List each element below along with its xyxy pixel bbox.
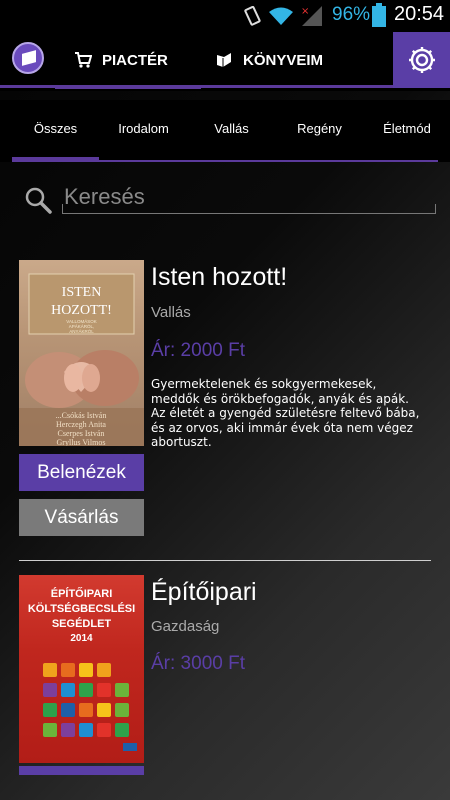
book-description: Gyermektelenek és sokgyermekesek, meddők…	[151, 377, 420, 449]
gear-icon	[408, 47, 435, 73]
search-field-edge	[62, 204, 63, 214]
search-icon[interactable]	[24, 186, 52, 214]
buy-button[interactable]: Vásárlás	[19, 499, 144, 536]
vibrate-icon	[244, 6, 261, 26]
book-icon	[217, 53, 231, 67]
preview-button[interactable]: Belenézek	[19, 454, 144, 491]
tab-konyveim[interactable]: KÖNYVEIM	[215, 32, 323, 88]
book-cover[interactable]: ÉPÍTŐIPARI KÖLTSÉGBECSLÉSI SEGÉDLET 2014	[19, 575, 144, 763]
active-tab-indicator	[55, 85, 201, 89]
cover-year: 2014	[70, 633, 93, 644]
book-title[interactable]: Isten hozott!	[151, 263, 287, 292]
book-category: Gazdaság	[151, 618, 220, 635]
settings-button[interactable]	[393, 32, 450, 88]
app-logo[interactable]	[12, 42, 44, 74]
list-divider	[19, 560, 431, 561]
book-price: Ár: 2000 Ft	[151, 340, 245, 361]
category-tab-bar: Összes Irodalom Vallás Regény Életmód	[0, 100, 450, 162]
book-category: Vallás	[151, 304, 191, 321]
cover-title-line1: ISTEN	[62, 285, 102, 300]
battery-icon	[372, 3, 386, 27]
book-cover[interactable]: ISTEN HOZOTT! VALLOMÁSOK APÁKÁRÓL, ANYÁK…	[19, 260, 144, 446]
cover-author: Herczegh Anita	[56, 420, 106, 429]
wifi-icon	[269, 7, 293, 25]
search-input[interactable]	[62, 180, 436, 214]
category-tab-eletmod[interactable]: Életmód	[364, 100, 450, 158]
cover-subtitle-line3: ANYÁKRÓL	[69, 328, 94, 334]
book-title[interactable]: Építőipari	[151, 578, 257, 607]
status-bar: × 96% 20:54	[0, 0, 450, 32]
cover-author: Gryllus Vilmos	[57, 438, 106, 446]
tab-konyveim-label: KÖNYVEIM	[243, 51, 324, 69]
cover-author: ...Csókás István	[56, 411, 107, 420]
cover-title-line1: ÉPÍTŐIPARI	[51, 587, 113, 600]
category-active-indicator	[12, 157, 99, 161]
category-tab-regeny[interactable]: Regény	[276, 100, 363, 158]
cover-icon-grid	[43, 663, 129, 737]
tab-piacter-label: PIACTÉR	[102, 51, 168, 69]
cart-icon	[75, 52, 92, 68]
clock: 20:54	[394, 3, 445, 25]
cover-title-line2: HOZOTT!	[51, 303, 112, 318]
cover-title-line2: KÖLTSÉGBECSLÉSI	[28, 602, 135, 615]
battery-percent: 96%	[332, 4, 371, 25]
category-tab-osszes[interactable]: Összes	[12, 100, 99, 158]
search-field-edge	[435, 204, 436, 214]
cover-title-line3: SEGÉDLET	[52, 617, 112, 630]
cover-author: Cserpes István	[58, 429, 105, 438]
category-tab-irodalom[interactable]: Irodalom	[100, 100, 187, 158]
action-bar: PIACTÉR KÖNYVEIM	[0, 32, 450, 89]
tab-piacter[interactable]: PIACTÉR	[74, 32, 168, 88]
signal-icon: ×	[301, 6, 322, 26]
category-tab-vallas[interactable]: Vallás	[188, 100, 275, 158]
svg-text:×: ×	[301, 6, 309, 17]
book-price: Ár: 3000 Ft	[151, 653, 245, 674]
preview-button[interactable]	[19, 766, 144, 775]
